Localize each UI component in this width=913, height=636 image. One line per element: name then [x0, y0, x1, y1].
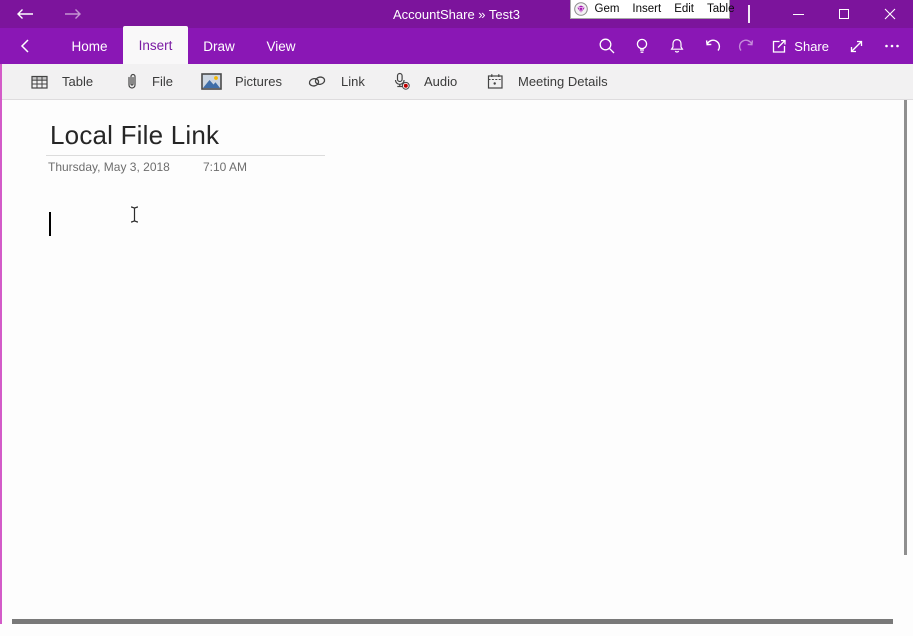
pictures-icon	[201, 73, 222, 90]
link-icon	[306, 74, 328, 89]
navbar: Home Insert Draw View Share	[0, 28, 913, 64]
expand-diagonal-icon	[848, 38, 865, 55]
ellipsis-icon	[883, 37, 901, 55]
text-caret	[49, 212, 51, 236]
ribbon-link-button[interactable]: Link	[306, 64, 365, 99]
undo-button[interactable]	[694, 28, 729, 64]
tab-draw[interactable]: Draw	[188, 28, 250, 64]
redo-icon	[738, 37, 756, 55]
lightbulb-icon	[633, 37, 651, 55]
page-date: Thursday, May 3, 2018	[48, 160, 170, 174]
ribbon-file-button[interactable]: File	[125, 64, 173, 99]
tab-home[interactable]: Home	[56, 28, 123, 64]
maximize-icon	[839, 9, 849, 19]
fullscreen-button[interactable]	[839, 28, 874, 64]
calendar-icon	[486, 72, 505, 91]
ribbon: Table File Pictures Link Audio Meeting D…	[0, 64, 913, 100]
ribbon-audio-label: Audio	[424, 74, 457, 89]
gem-menu-item-insert[interactable]: Insert	[626, 1, 668, 18]
share-label: Share	[794, 39, 829, 54]
ribbon-pictures-label: Pictures	[235, 74, 282, 89]
share-icon	[770, 37, 788, 55]
gem-icon	[574, 2, 588, 16]
ribbon-audio-button[interactable]: Audio	[391, 64, 457, 99]
page-title-divider	[46, 155, 325, 156]
ribbon-file-label: File	[152, 74, 173, 89]
gem-menu-item-table[interactable]: Table	[701, 1, 742, 18]
minimize-icon	[793, 14, 804, 15]
nav-actions: Share	[589, 28, 909, 64]
horizontal-scrollbar[interactable]	[12, 619, 893, 624]
tab-view[interactable]: View	[250, 28, 312, 64]
window-left-edge-accent	[0, 64, 2, 624]
gem-addin-menubar: Gem Insert Edit Table	[570, 0, 730, 19]
ideas-button[interactable]	[624, 28, 659, 64]
search-icon	[598, 37, 616, 55]
titlebar: AccountShare » Test3 Gem Insert Edit Tab…	[0, 0, 913, 28]
app-window: AccountShare » Test3 Gem Insert Edit Tab…	[0, 0, 913, 636]
share-button[interactable]: Share	[764, 28, 839, 64]
gem-menu-item-edit[interactable]: Edit	[668, 1, 701, 18]
page-canvas[interactable]: Local File Link Thursday, May 3, 2018 7:…	[0, 100, 913, 636]
search-button[interactable]	[589, 28, 624, 64]
gem-menu-item-gem[interactable]: Gem	[588, 1, 626, 18]
ribbon-meeting-details-label: Meeting Details	[518, 74, 608, 89]
tab-strip: Home Insert Draw View	[56, 28, 312, 64]
page-title[interactable]: Local File Link	[50, 120, 219, 151]
tab-insert[interactable]: Insert	[123, 26, 188, 64]
minimize-button[interactable]	[775, 0, 821, 28]
undo-icon	[703, 37, 721, 55]
microphone-record-icon	[391, 72, 411, 91]
vertical-scrollbar[interactable]	[904, 100, 907, 555]
ribbon-pictures-button[interactable]: Pictures	[201, 64, 282, 99]
bell-icon	[668, 37, 686, 55]
ibeam-cursor-icon	[128, 205, 141, 224]
notifications-button[interactable]	[659, 28, 694, 64]
forward-arrow-icon[interactable]	[62, 3, 84, 25]
titlebar-separator	[748, 5, 750, 23]
ribbon-table-label: Table	[62, 74, 93, 89]
redo-button[interactable]	[729, 28, 764, 64]
ribbon-meeting-details-button[interactable]: Meeting Details	[486, 64, 608, 99]
page-time: 7:10 AM	[203, 160, 247, 174]
caption-buttons	[775, 0, 913, 28]
ribbon-table-button[interactable]: Table	[30, 64, 93, 99]
back-arrow-icon[interactable]	[14, 3, 36, 25]
more-options-button[interactable]	[874, 28, 909, 64]
close-button[interactable]	[867, 0, 913, 28]
ribbon-link-label: Link	[341, 74, 365, 89]
paperclip-icon	[125, 72, 139, 92]
close-icon	[884, 8, 896, 20]
maximize-button[interactable]	[821, 0, 867, 28]
table-icon	[30, 73, 49, 91]
nav-back-chevron-icon[interactable]	[20, 37, 36, 55]
